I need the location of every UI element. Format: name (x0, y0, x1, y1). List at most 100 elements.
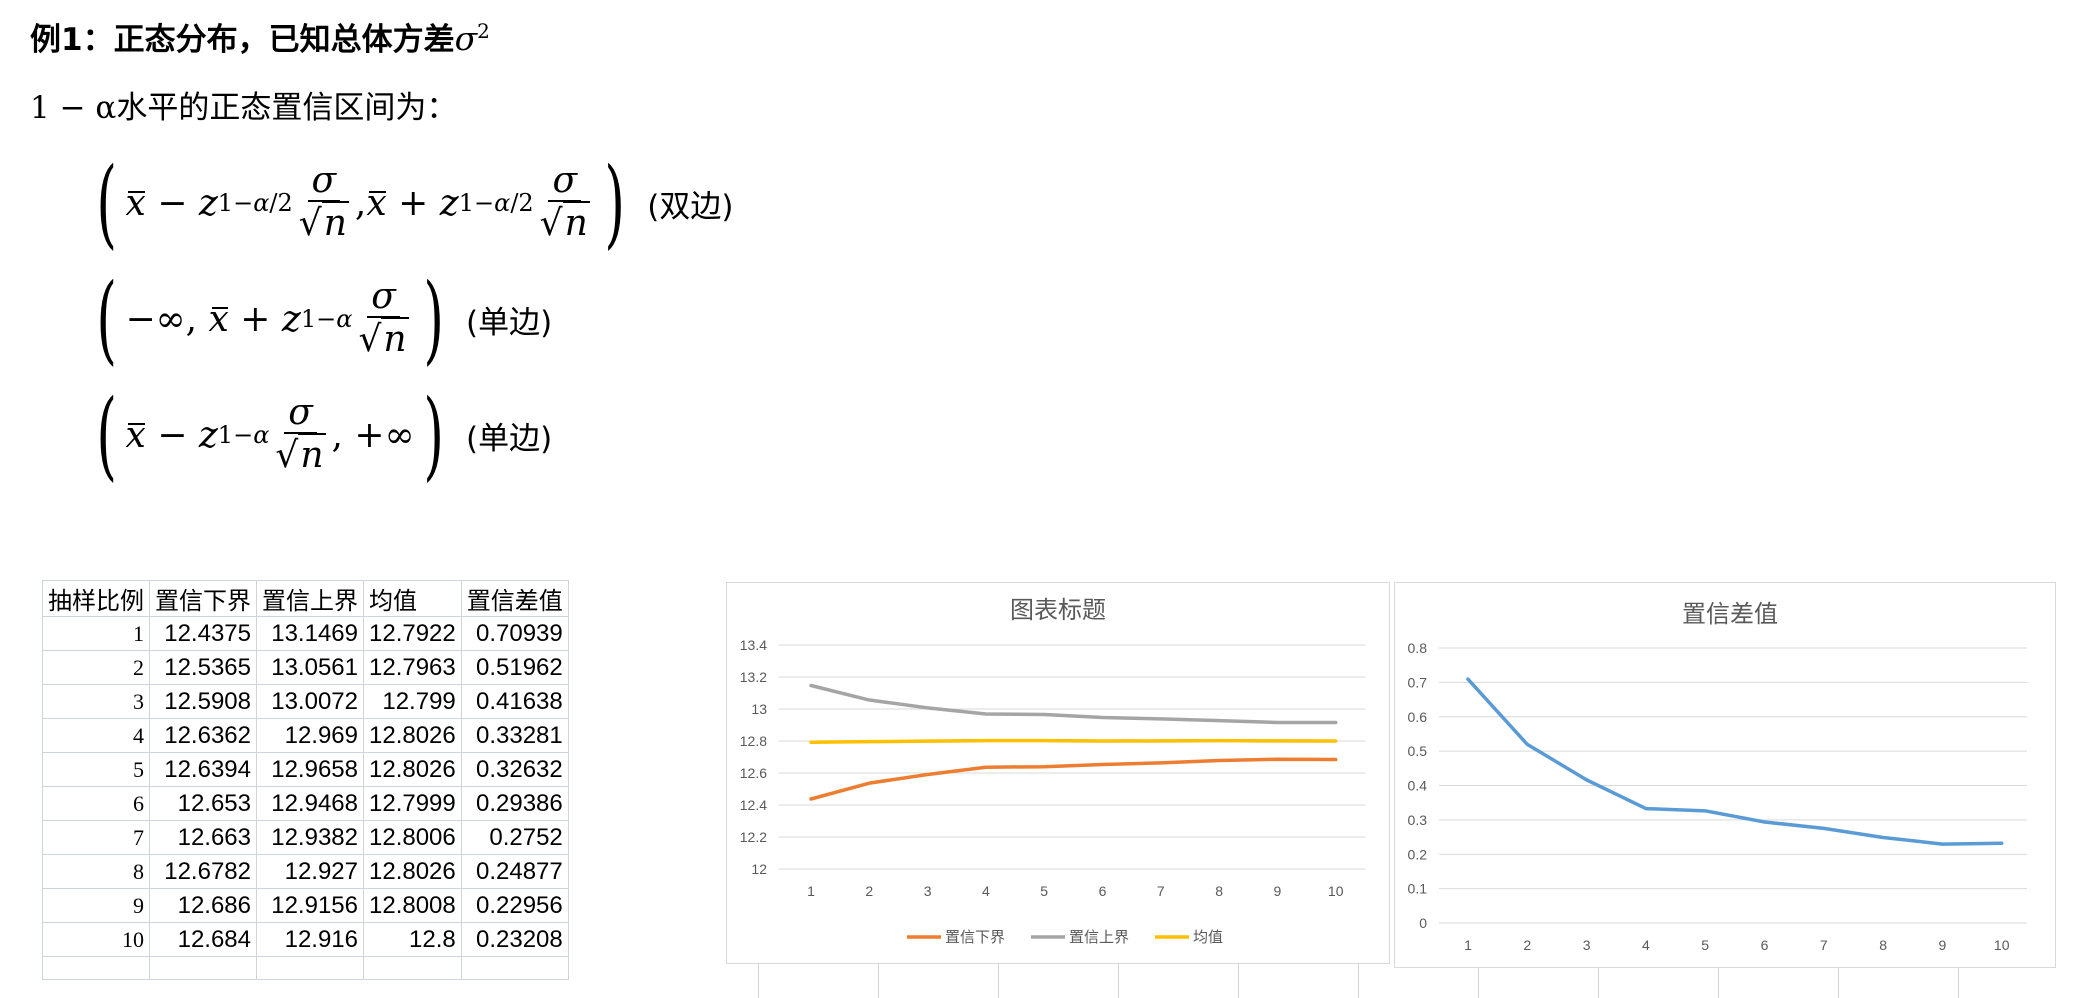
x-tick-label: 1 (807, 883, 815, 899)
x-tick-label: 2 (1523, 937, 1531, 953)
table-cell[interactable]: 0.22956 (460, 888, 569, 923)
table-cell[interactable]: 12.8026 (363, 854, 462, 889)
series-line-1 (809, 757, 1338, 801)
table-cell-empty[interactable] (149, 956, 257, 980)
table-cell[interactable]: 0.33281 (460, 718, 569, 753)
intro-line: 1 − α水平的正态置信区间为： (30, 82, 457, 127)
y-tick-label: 13 (751, 701, 767, 717)
legend-label: 均值 (1193, 929, 1223, 946)
x-tick-label: 4 (1642, 937, 1650, 953)
header-cell: 置信下界 (149, 580, 257, 617)
page-heading: 例1：正态分布，已知总体方差σ2 (30, 14, 490, 59)
table-cell[interactable]: 12.9658 (256, 752, 364, 787)
table-cell-empty[interactable] (256, 956, 364, 980)
intro-math: 1 − α (30, 90, 117, 126)
y-tick-label: 0.5 (1408, 743, 1428, 759)
table-row: 8 12.6782 12.927 12.8026 0.24877 (42, 854, 569, 889)
chart-title: 图表标题 (1010, 597, 1106, 624)
table-row: 7 12.663 12.9382 12.8006 0.2752 (42, 820, 569, 855)
table-row: 9 12.686 12.9156 12.8008 0.22956 (42, 888, 569, 923)
chart-title: 置信差值 (1682, 601, 1778, 628)
chart-confidence-diff[interactable]: 置信差值 0 0.1 0.2 0.3 0.4 0.5 0.6 0.7 0.8 1 2 3 4 5 6 7 8 9 10 (1394, 582, 2056, 968)
table-cell[interactable]: 12.7963 (363, 650, 462, 685)
row-index-cell[interactable]: 9 (42, 888, 150, 923)
x-tick-label: 7 (1157, 883, 1165, 899)
x-tick-label: 10 (1328, 883, 1344, 899)
row-index-cell[interactable]: 10 (42, 922, 150, 957)
row-index-cell[interactable]: 1 (42, 616, 150, 651)
table-cell[interactable]: 12.9468 (256, 786, 364, 821)
row-index-cell[interactable]: 8 (42, 854, 150, 889)
table-cell-empty[interactable] (460, 956, 569, 980)
table-cell[interactable]: 12.8006 (363, 820, 462, 855)
table-cell[interactable]: 12.6362 (149, 718, 257, 753)
heading-text: 例1：正态分布，已知总体方差 (30, 22, 455, 58)
table-row: 6 12.653 12.9468 12.7999 0.29386 (42, 786, 569, 821)
y-tick-label: 0.8 (1408, 640, 1428, 656)
y-tick-label: 0 (1419, 915, 1427, 931)
table-cell[interactable]: 12.663 (149, 820, 257, 855)
row-index-cell[interactable]: 4 (42, 718, 150, 753)
x-tick-label: 9 (1939, 937, 1947, 953)
formula-one-sided-upper-note: (单边) (466, 304, 553, 341)
table-cell[interactable]: 0.2752 (460, 820, 569, 855)
table-cell[interactable]: 12.8008 (363, 888, 462, 923)
table-cell[interactable]: 12.684 (149, 922, 257, 957)
table-cell[interactable]: 12.5908 (149, 684, 257, 719)
chart-confidence-bounds[interactable]: 图表标题 12 12.2 12.4 12.6 12.8 13 13.2 13.4 1 2 3 4 5 6 7 8… (726, 582, 1390, 964)
table-cell[interactable]: 0.24877 (460, 854, 569, 889)
table-row-empty (42, 956, 569, 980)
x-tick-label: 4 (982, 883, 990, 899)
table-cell[interactable]: 13.1469 (256, 616, 364, 651)
table-cell[interactable]: 12.4375 (149, 616, 257, 651)
table-cell[interactable]: 12.5365 (149, 650, 257, 685)
table-cell[interactable]: 13.0072 (256, 684, 364, 719)
table-cell[interactable]: 12.9382 (256, 820, 364, 855)
table-cell[interactable]: 12.8026 (363, 718, 462, 753)
table-cell[interactable]: 12.6782 (149, 854, 257, 889)
table-cell[interactable]: 12.8 (363, 922, 462, 957)
table-cell[interactable]: 12.969 (256, 718, 364, 753)
table-cell[interactable]: 12.653 (149, 786, 257, 821)
chart-confidence-diff-svg: 置信差值 0 0.1 0.2 0.3 0.4 0.5 0.6 0.7 0.8 1 2 3 4 5 6 7 8 9 10 (1408, 601, 2027, 953)
y-tick-label: 13.2 (740, 669, 767, 685)
formula-one-sided-lower-note: (单边) (466, 420, 553, 457)
table-cell[interactable]: 12.6394 (149, 752, 257, 787)
table-cell[interactable]: 13.0561 (256, 650, 364, 685)
header-cell: 均值 (363, 580, 462, 617)
table-cell[interactable]: 0.23208 (460, 922, 569, 957)
table-cell[interactable]: 12.8026 (363, 752, 462, 787)
x-tick-label: 9 (1274, 883, 1282, 899)
table-cell[interactable]: 12.7999 (363, 786, 462, 821)
row-index-cell[interactable]: 6 (42, 786, 150, 821)
row-index-cell[interactable]: 2 (42, 650, 150, 685)
table-header-row: 抽样比例 置信下界 置信上界 均值 置信差值 (42, 580, 569, 617)
table-cell[interactable]: 12.927 (256, 854, 364, 889)
row-index-cell[interactable]: 5 (42, 752, 150, 787)
table-cell[interactable]: 12.7922 (363, 616, 462, 651)
table-cell[interactable]: 0.41638 (460, 684, 569, 719)
x-tick-label: 3 (924, 883, 932, 899)
table-cell[interactable]: 0.70939 (460, 616, 569, 651)
table-row: 10 12.684 12.916 12.8 0.23208 (42, 922, 569, 957)
y-tick-label: 12.4 (740, 797, 767, 813)
y-tick-label: 0.3 (1408, 812, 1428, 828)
table-cell[interactable]: 12.916 (256, 922, 364, 957)
x-tick-label: 1 (1464, 937, 1472, 953)
series-line-2 (809, 683, 1338, 725)
table-cell[interactable]: 0.51962 (460, 650, 569, 685)
y-tick-label: 12 (751, 861, 767, 877)
table-cell[interactable]: 0.29386 (460, 786, 569, 821)
table-cell[interactable]: 12.799 (363, 684, 462, 719)
table-cell-empty[interactable] (42, 956, 150, 980)
row-index-cell[interactable]: 7 (42, 820, 150, 855)
header-cell: 置信上界 (256, 580, 364, 617)
header-cell: 抽样比例 (42, 580, 150, 617)
table-cell[interactable]: 12.686 (149, 888, 257, 923)
table-cell-empty[interactable] (363, 956, 462, 980)
table-cell[interactable]: 12.9156 (256, 888, 364, 923)
row-index-cell[interactable]: 3 (42, 684, 150, 719)
x-tick-label: 7 (1820, 937, 1828, 953)
y-tick-label: 0.2 (1408, 846, 1428, 862)
table-cell[interactable]: 0.32632 (460, 752, 569, 787)
